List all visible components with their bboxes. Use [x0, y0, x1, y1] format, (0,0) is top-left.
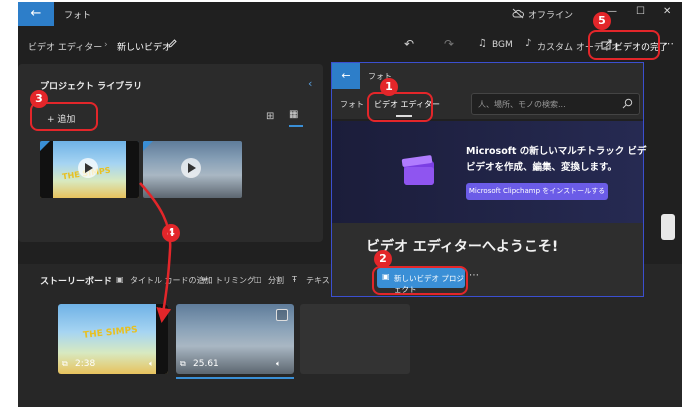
drag-arrow-path: [139, 182, 172, 323]
drag-arrow: [139, 182, 172, 323]
